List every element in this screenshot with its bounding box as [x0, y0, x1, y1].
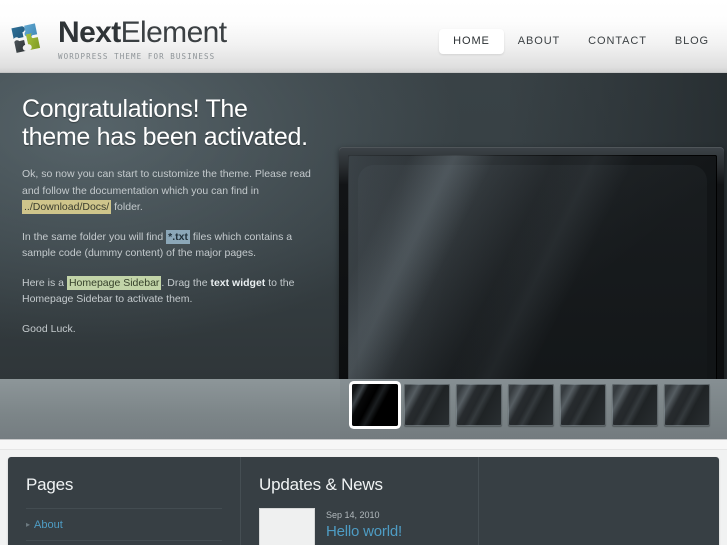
- section-separator: [0, 440, 727, 450]
- hero-title: Congratulations! The theme has been acti…: [22, 95, 308, 151]
- slider-screen: [348, 155, 717, 379]
- slider-thumb-2[interactable]: [404, 384, 450, 426]
- widget-sidebar-empty: [478, 457, 719, 545]
- hero-paragraph-4: Good Luck.: [22, 322, 76, 335]
- slider-thumb-4[interactable]: [508, 384, 554, 426]
- slider-thumbnails: [352, 384, 710, 426]
- hero-paragraph-2: In the same folder you will find *.txt f…: [22, 229, 322, 262]
- nav-item-about[interactable]: ABOUT: [504, 29, 574, 54]
- hero-copy: Congratulations! The theme has been acti…: [22, 95, 322, 337]
- post-body: Sep 14, 2010 Hello world! Welcome to Wor…: [326, 508, 460, 545]
- widget-news-title: Updates & News: [259, 475, 383, 494]
- brand[interactable]: NextElement WORDPRESS THEME FOR BUSINESS: [58, 16, 227, 62]
- slider-thumb-5[interactable]: [560, 384, 606, 426]
- list-item[interactable]: ▸ About: [26, 508, 222, 540]
- hero-p2-text-a: In the same folder you will find: [22, 230, 167, 243]
- brand-name-light: Element: [120, 16, 227, 49]
- hero-paragraph-1: Ok, so now you can start to customize th…: [22, 166, 322, 216]
- text-widget-bold: text widget: [210, 276, 266, 289]
- homepage-sidebar-highlight: Homepage Sidebar: [66, 275, 162, 290]
- hero-p3-text-b: . Drag the: [161, 276, 211, 289]
- thumb-streak: [560, 384, 606, 426]
- slider-thumb-7[interactable]: [664, 384, 710, 426]
- widget-updates-news: Updates & News Sep 14, 2010 Hello world!…: [240, 457, 478, 545]
- page-link-about[interactable]: About: [34, 519, 63, 531]
- puzzle-pieces-logo-icon[interactable]: [6, 17, 52, 61]
- post-date: Sep 14, 2010: [326, 510, 380, 520]
- chevron-right-icon: ▸: [26, 520, 31, 529]
- news-post-item: Sep 14, 2010 Hello world! Welcome to Wor…: [259, 508, 460, 545]
- thumb-streak: [456, 384, 502, 426]
- pages-list: ▸About ▸Contact: [26, 508, 222, 545]
- txt-file-highlight: *.txt: [166, 229, 190, 244]
- hero-p1-text-a: Ok, so now you can start to customize th…: [22, 168, 311, 197]
- slider-thumb-1[interactable]: [352, 384, 398, 426]
- brand-title: NextElement: [58, 16, 227, 49]
- brand-tagline: WORDPRESS THEME FOR BUSINESS: [58, 52, 216, 61]
- widget-pages-title: Pages: [26, 475, 74, 494]
- thumb-streak: [352, 384, 398, 426]
- slider-main-image[interactable]: [339, 147, 724, 379]
- nav-item-contact[interactable]: CONTACT: [574, 29, 661, 54]
- docs-path-highlight: ../Download/Docs/: [22, 200, 112, 214]
- slider-thumb-6[interactable]: [612, 384, 658, 426]
- post-title-link[interactable]: Hello world!: [326, 523, 460, 540]
- site-header: NextElement WORDPRESS THEME FOR BUSINESS…: [0, 0, 727, 72]
- nav-item-blog[interactable]: BLOG: [661, 29, 723, 54]
- list-item[interactable]: ▸Contact: [26, 540, 222, 545]
- hero-p3-text-a: Here is a: [22, 276, 67, 289]
- slider-screen-streak: [348, 155, 717, 379]
- thumb-band-left-fill: [0, 379, 340, 439]
- hero-section: Congratulations! The theme has been acti…: [0, 72, 727, 379]
- page-root: NextElement WORDPRESS THEME FOR BUSINESS…: [0, 0, 727, 545]
- thumb-streak: [612, 384, 658, 426]
- slider-thumbnail-band: [0, 379, 727, 440]
- post-thumbnail[interactable]: [259, 508, 315, 545]
- hero-paragraph-3: Here is a Homepage Sidebar. Drag the tex…: [22, 275, 322, 308]
- widget-pages: Pages ▸About ▸Contact: [8, 457, 240, 545]
- nav-item-home[interactable]: HOME: [439, 29, 504, 54]
- hero-p1-text-b: folder.: [111, 201, 143, 213]
- homepage-widgets: Pages ▸About ▸Contact Updates & News Sep…: [8, 457, 719, 545]
- thumb-streak: [508, 384, 554, 426]
- slider-thumb-3[interactable]: [456, 384, 502, 426]
- thumb-streak: [404, 384, 450, 426]
- main-navigation: HOME ABOUT CONTACT BLOG: [439, 29, 723, 54]
- brand-name-bold: Next: [58, 16, 121, 49]
- thumb-streak: [664, 384, 710, 426]
